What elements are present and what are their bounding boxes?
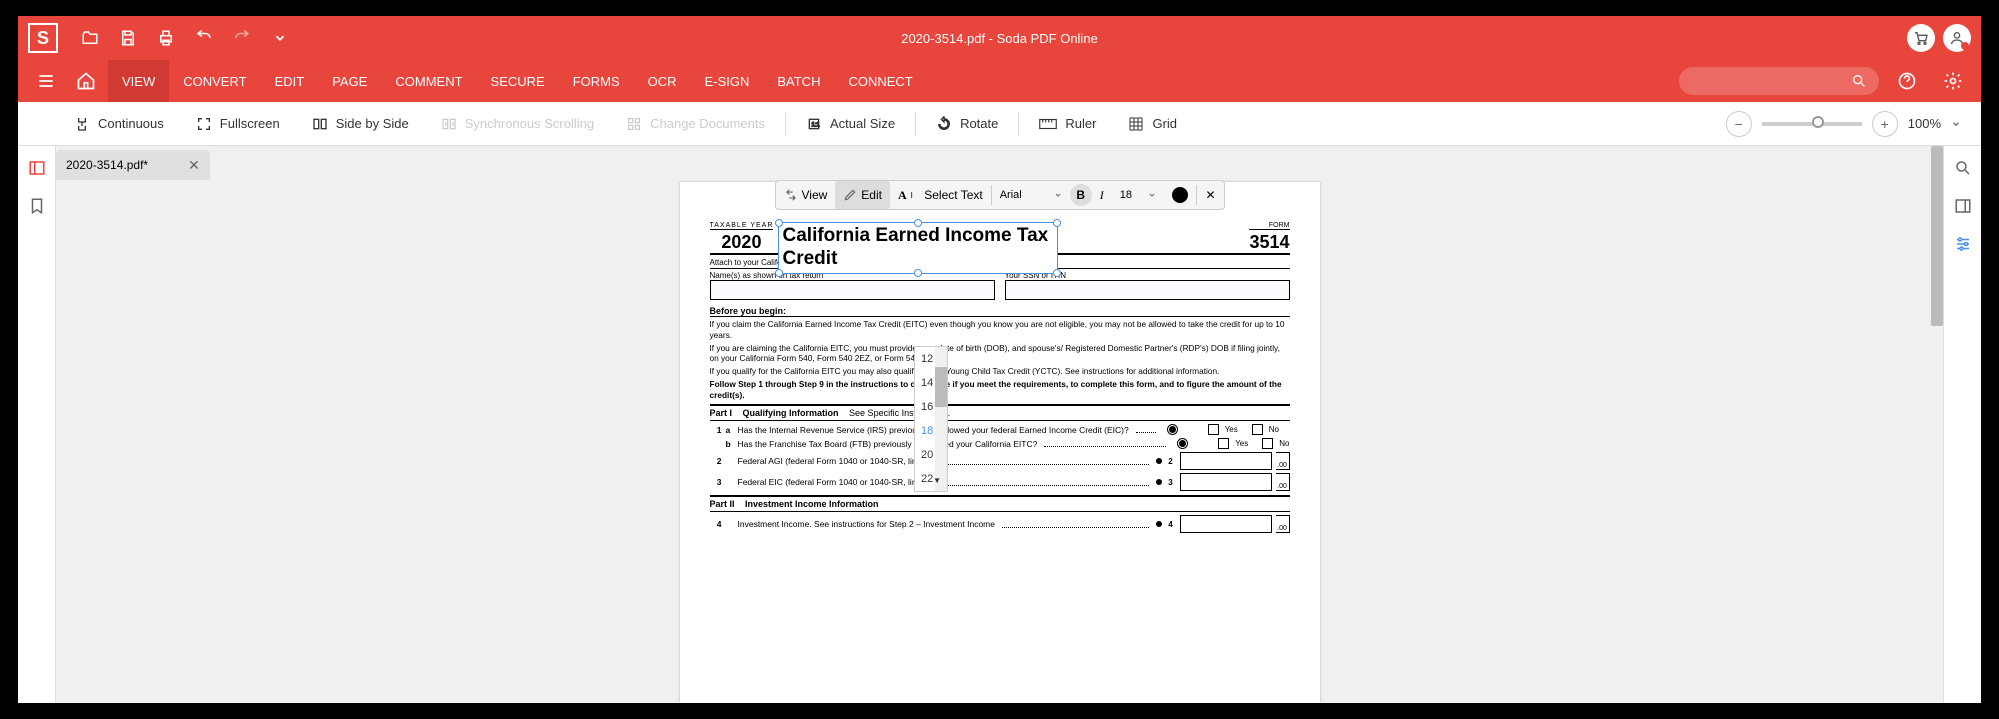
search-input[interactable] [1679,67,1879,95]
menu-edit[interactable]: EDIT [261,60,319,102]
file-tab[interactable]: 2020-3514.pdf* ✕ [56,150,210,180]
color-picker[interactable] [1164,181,1196,209]
menu-comment[interactable]: COMMENT [381,60,476,102]
tax-year: 2020 [710,230,774,253]
zoom-value: 100% [1908,116,1941,131]
account-icon[interactable] [1943,24,1971,52]
continuous-button[interactable]: Continuous [58,116,180,132]
menu-connect[interactable]: CONNECT [834,60,926,102]
checkbox-1b-no[interactable] [1262,438,1273,449]
intro-p4: Follow Step 1 through Step 9 in the inst… [710,379,1290,401]
question-2: 2 Federal AGI (federal Form 1040 or 1040… [710,452,1290,470]
checkbox-1a-yes[interactable] [1208,424,1219,435]
menu-convert[interactable]: CONVERT [169,60,260,102]
grid-button[interactable]: Grid [1112,116,1193,132]
actual-size-button[interactable]: 1:1Actual Size [790,116,911,132]
redo-icon [226,22,258,54]
titlebar: S 2020-3514.pdf - Soda PDF Online [18,16,1981,60]
zoom-slider[interactable] [1762,122,1862,126]
text-edit-box[interactable]: California Earned Income Tax Credit [778,222,1058,274]
pdf-page: TAXABLE YEAR 2020 FORM 3514 [680,182,1320,703]
tabbar: 2020-3514.pdf* ✕ [56,146,1943,180]
ruler-button[interactable]: Ruler [1023,116,1112,131]
text-edit-toolbar: View Edit AI Select Text Arial B I 18 ✕ [775,180,1225,210]
bookmark-icon[interactable] [23,192,51,220]
form-label: FORM [1249,222,1289,230]
edit-mode-button[interactable]: Edit [835,181,890,209]
close-toolbar-icon[interactable]: ✕ [1197,181,1223,209]
menu-e-sign[interactable]: E-SIGN [691,60,764,102]
sync-scroll-button: Synchronous Scrolling [425,116,610,132]
cart-icon[interactable] [1907,24,1935,52]
menu-ocr[interactable]: OCR [634,60,691,102]
app-logo[interactable]: S [28,23,58,53]
checkbox-1a-no[interactable] [1252,424,1263,435]
right-sidebar [1943,146,1981,703]
question-3: 3 Federal EIC (federal Form 1040 or 1040… [710,473,1290,491]
menu-forms[interactable]: FORMS [559,60,634,102]
svg-text:1:1: 1:1 [811,122,820,128]
radio-1b[interactable] [1177,438,1188,449]
menu-page[interactable]: PAGE [318,60,381,102]
form-number: 3514 [1249,230,1289,253]
panel-toggle-icon[interactable] [23,154,51,182]
bold-button[interactable]: B [1070,184,1092,206]
menu-view[interactable]: VIEW [108,60,169,102]
chevron-down-icon[interactable] [264,22,296,54]
checkbox-1b-yes[interactable] [1218,438,1229,449]
menu-batch[interactable]: BATCH [763,60,834,102]
document-viewport[interactable]: View Edit AI Select Text Arial B I 18 ✕ [56,180,1943,703]
zoom-dropdown-icon[interactable] [1951,119,1961,129]
panels-icon[interactable] [1949,192,1977,220]
file-tab-label: 2020-3514.pdf* [66,158,148,172]
intro-p2: If you are claiming the California EITC,… [710,343,1290,365]
menubar: VIEWCONVERTEDITPAGECOMMENTSECUREFORMSOCR… [18,60,1981,102]
intro-p1: If you claim the California Earned Incom… [710,319,1290,341]
zoom-out-button[interactable]: − [1726,111,1752,137]
document-title: 2020-3514.pdf - Soda PDF Online [901,31,1098,46]
hamburger-icon[interactable] [28,63,64,99]
home-icon[interactable] [68,63,104,99]
search-panel-icon[interactable] [1949,154,1977,182]
italic-button[interactable]: I [1092,188,1112,203]
intro-p3: If you qualify for the California EITC y… [710,366,1290,377]
adjust-icon[interactable] [1949,230,1977,258]
left-sidebar [18,146,56,703]
part2-header: Part II Investment Income Information [710,495,1290,512]
amount-4[interactable] [1180,515,1272,533]
open-icon[interactable] [74,22,106,54]
view-mode-button[interactable]: View [776,181,836,209]
part1-header: Part I Qualifying Information See Specif… [710,404,1290,421]
save-icon[interactable] [112,22,144,54]
undo-icon[interactable] [188,22,220,54]
fullscreen-button[interactable]: Fullscreen [180,116,296,132]
amount-2[interactable] [1180,452,1272,470]
radio-1a[interactable] [1167,424,1178,435]
question-1a: 1a Has the Internal Revenue Service (IRS… [710,424,1290,435]
print-icon[interactable] [150,22,182,54]
change-docs-button: Change Documents [610,116,781,132]
close-tab-icon[interactable]: ✕ [188,157,200,174]
ssn-field[interactable] [1005,280,1290,300]
settings-icon[interactable] [1935,63,1971,99]
font-size-select[interactable]: 18 [1112,181,1164,209]
edit-text-content[interactable]: California Earned Income Tax Credit [779,223,1057,273]
zoom-in-button[interactable]: + [1872,111,1898,137]
font-size-dropdown[interactable]: 121416182022▼ [914,346,948,492]
select-text-button[interactable]: AI Select Text [890,181,991,209]
view-toolbar: Continuous Fullscreen Side by Side Synch… [18,102,1981,146]
sidebyside-button[interactable]: Side by Side [296,116,425,132]
menu-secure[interactable]: SECURE [477,60,559,102]
scrollbar[interactable] [1931,146,1943,703]
font-family-select[interactable]: Arial [992,181,1070,209]
question-1b: b Has the Franchise Tax Board (FTB) prev… [710,438,1290,449]
names-field[interactable] [710,280,995,300]
amount-3[interactable] [1180,473,1272,491]
rotate-button[interactable]: Rotate [920,116,1014,132]
taxable-year-label: TAXABLE YEAR [710,222,774,230]
before-begin-heading: Before you begin: [710,306,1290,317]
help-icon[interactable] [1889,63,1925,99]
question-4: 4 Investment Income. See instructions fo… [710,515,1290,533]
